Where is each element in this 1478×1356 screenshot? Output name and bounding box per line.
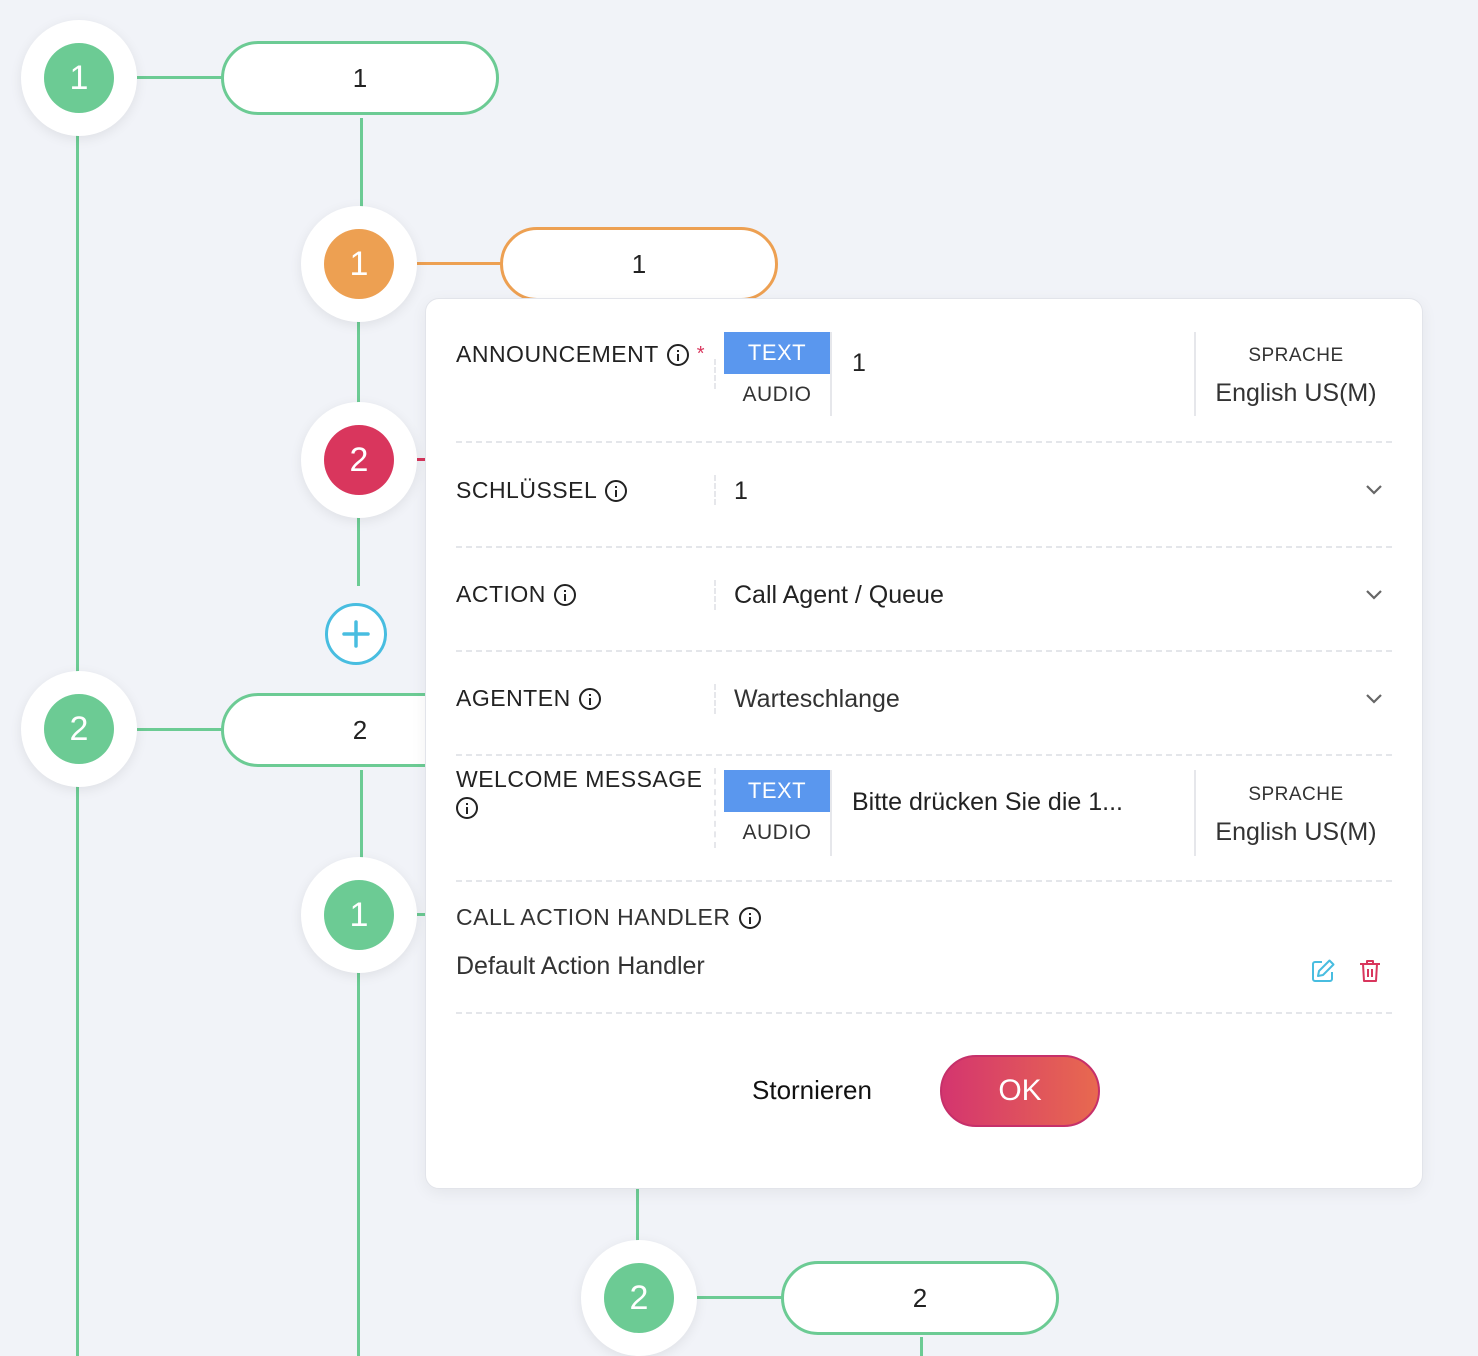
language-label: SPRACHE xyxy=(1248,345,1344,366)
info-icon[interactable] xyxy=(666,343,689,366)
ok-button[interactable]: OK xyxy=(940,1055,1100,1127)
text-mode-button[interactable]: TEXT xyxy=(724,332,830,374)
connector-line xyxy=(76,135,79,675)
connector-line xyxy=(137,728,223,731)
node-badge: 2 xyxy=(604,1263,674,1333)
tree-pill[interactable]: 1 xyxy=(221,41,499,115)
tree-node[interactable]: 1 xyxy=(21,20,137,136)
node-badge: 1 xyxy=(324,229,394,299)
language-select[interactable]: English US(M) xyxy=(1196,818,1396,847)
divider xyxy=(714,359,716,389)
add-node-button[interactable] xyxy=(325,603,387,665)
divider xyxy=(714,475,716,505)
audio-mode-button[interactable]: AUDIO xyxy=(724,812,830,854)
connector-line xyxy=(417,262,502,265)
agents-row: AGENTEN Warteschlange xyxy=(456,652,1392,756)
key-row: SCHLÜSSEL 1 xyxy=(456,443,1392,548)
connector-line xyxy=(417,913,425,916)
action-select[interactable]: Call Agent / Queue xyxy=(734,581,944,610)
info-icon[interactable] xyxy=(456,797,478,819)
connector-line xyxy=(417,458,425,461)
info-icon[interactable] xyxy=(738,906,761,929)
divider xyxy=(830,332,832,416)
info-icon[interactable] xyxy=(553,583,576,606)
announcement-mode-toggle: TEXT AUDIO xyxy=(724,332,830,416)
connector-line xyxy=(357,320,360,403)
agents-label: AGENTEN xyxy=(456,685,571,711)
node-badge: 1 xyxy=(324,880,394,950)
tree-node[interactable]: 1 xyxy=(301,206,417,322)
chevron-down-icon[interactable] xyxy=(1364,688,1384,708)
agents-select[interactable]: Warteschlange xyxy=(734,685,900,714)
language-label: SPRACHE xyxy=(1248,784,1344,805)
connector-line xyxy=(76,785,79,1356)
handler-label: CALL ACTION HANDLER xyxy=(456,904,731,930)
edit-icon[interactable] xyxy=(1310,958,1336,984)
welcome-text-input[interactable]: Bitte drücken Sie die 1... xyxy=(852,788,1123,817)
cancel-button[interactable]: Stornieren xyxy=(746,1074,878,1107)
action-row: ACTION Call Agent / Queue xyxy=(456,548,1392,652)
announcement-row: ANNOUNCEMENT * TEXT AUDIO 1 SPRACHE Engl… xyxy=(456,329,1392,443)
connector-line xyxy=(697,1296,783,1299)
handler-value: Default Action Handler xyxy=(456,952,705,980)
connector-line xyxy=(357,516,360,586)
divider xyxy=(714,768,716,848)
connector-line xyxy=(360,770,363,858)
text-mode-button[interactable]: TEXT xyxy=(724,770,830,812)
node-badge: 1 xyxy=(44,43,114,113)
divider xyxy=(714,580,716,610)
tree-pill[interactable]: 1 xyxy=(500,227,778,301)
key-label: SCHLÜSSEL xyxy=(456,477,598,503)
connector-line xyxy=(920,1337,923,1356)
trash-icon[interactable] xyxy=(1358,958,1382,984)
required-marker: * xyxy=(696,343,706,365)
welcome-mode-toggle: TEXT AUDIO xyxy=(724,770,830,854)
announcement-label: ANNOUNCEMENT xyxy=(456,341,659,367)
plus-icon xyxy=(342,620,370,648)
tree-node[interactable]: 1 xyxy=(301,857,417,973)
audio-mode-button[interactable]: AUDIO xyxy=(724,374,830,416)
key-select[interactable]: 1 xyxy=(734,477,748,506)
divider xyxy=(714,684,716,714)
welcome-label: WELCOME MESSAGE xyxy=(456,766,703,792)
connector-line xyxy=(360,118,363,208)
connector-line xyxy=(636,1189,639,1241)
tree-node[interactable]: 2 xyxy=(581,1240,697,1356)
action-label: ACTION xyxy=(456,581,546,607)
divider xyxy=(830,770,832,856)
info-icon[interactable] xyxy=(605,479,628,502)
tree-pill[interactable]: 2 xyxy=(781,1261,1059,1335)
welcome-row: WELCOME MESSAGE TEXT AUDIO Bitte drücken… xyxy=(456,756,1392,882)
node-edit-panel: ANNOUNCEMENT * TEXT AUDIO 1 SPRACHE Engl… xyxy=(425,298,1423,1189)
tree-node[interactable]: 2 xyxy=(301,402,417,518)
chevron-down-icon[interactable] xyxy=(1364,479,1384,499)
handler-row: CALL ACTION HANDLER Default Action Handl… xyxy=(456,882,1392,1014)
language-select[interactable]: English US(M) xyxy=(1196,379,1396,408)
connector-line xyxy=(357,972,360,1356)
chevron-down-icon[interactable] xyxy=(1364,584,1384,604)
tree-node[interactable]: 2 xyxy=(21,671,137,787)
info-icon[interactable] xyxy=(578,687,601,710)
node-badge: 2 xyxy=(44,694,114,764)
connector-line xyxy=(137,76,223,79)
announcement-text-input[interactable]: 1 xyxy=(852,349,866,378)
node-badge: 2 xyxy=(324,425,394,495)
